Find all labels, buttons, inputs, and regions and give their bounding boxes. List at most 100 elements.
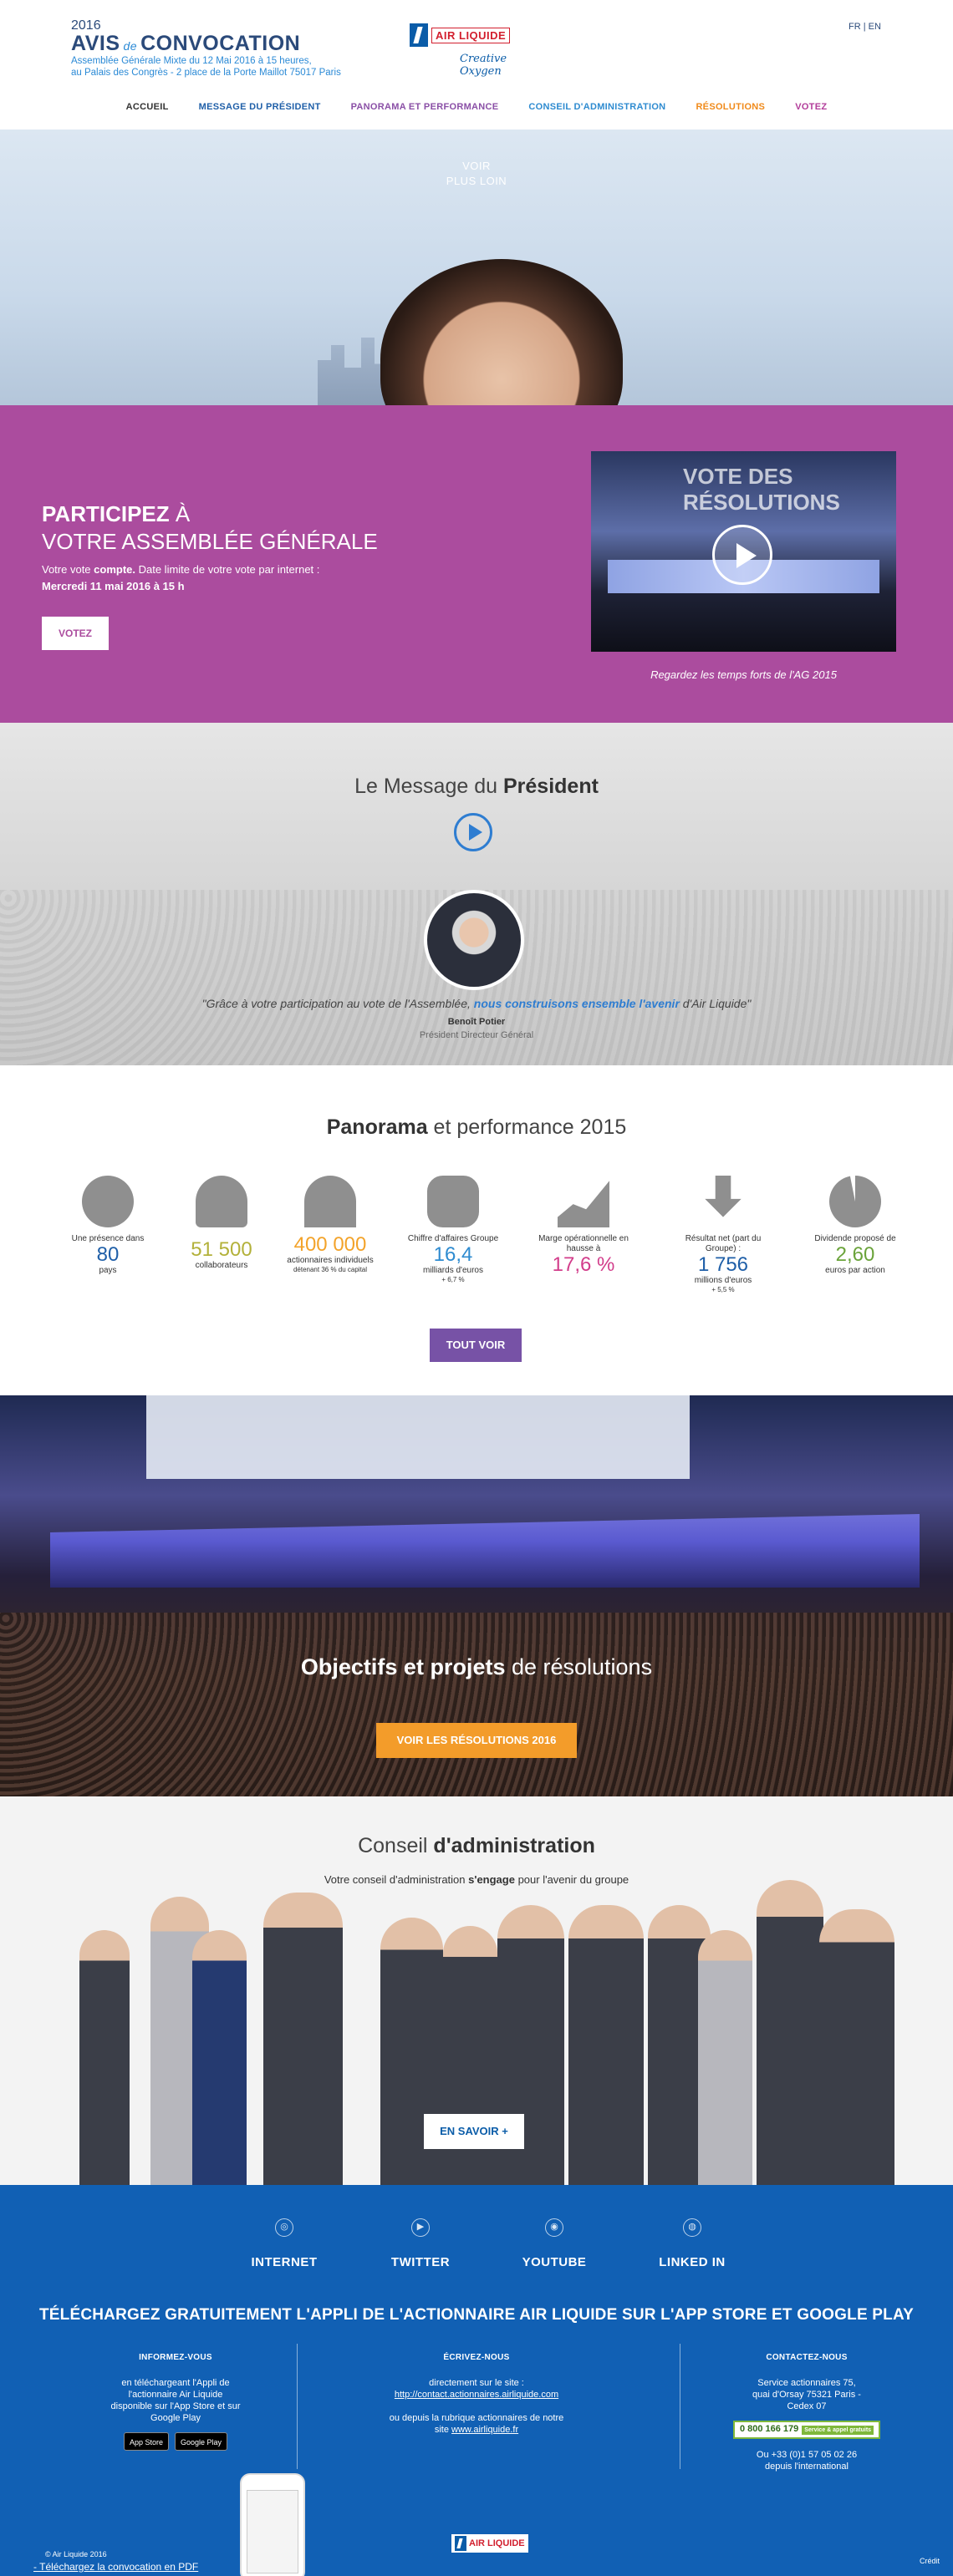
- col3-text3: Cedex 07: [787, 2401, 827, 2411]
- board-member-photo: [757, 1880, 823, 2185]
- kpi-value: 2,60: [835, 1243, 875, 1266]
- subtitle-line1: Assemblée Générale Mixte du 12 Mai 2016 …: [71, 56, 312, 66]
- social-youtube[interactable]: ◉ YOUTUBE: [504, 2218, 604, 2269]
- nav-accueil[interactable]: ACCUEIL: [126, 102, 169, 112]
- helmet-icon: [196, 1176, 247, 1227]
- google-play-badge[interactable]: Google Play: [175, 2432, 228, 2451]
- nav-votez[interactable]: VOTEZ: [795, 102, 827, 112]
- quote-part2: d'Air Liquide": [679, 997, 752, 1010]
- lang-fr[interactable]: FR: [849, 22, 861, 32]
- kpi-top: Résultat net (part du Groupe) :: [685, 1234, 762, 1253]
- play-icon[interactable]: [712, 525, 772, 585]
- internet-icon: ◎: [275, 2218, 293, 2237]
- board-member-photo: [568, 1905, 644, 2185]
- panorama-title-bold: Panorama: [326, 1115, 428, 1139]
- kpi-bottom: euros par action: [825, 1266, 885, 1275]
- tout-voir-button[interactable]: TOUT VOIR: [430, 1329, 522, 1362]
- col1-text3: disponible sur l'App Store et sur: [110, 2401, 241, 2411]
- message-title-part1: Le Message du: [354, 775, 503, 798]
- participez-title: PARTICIPEZ À: [42, 501, 190, 527]
- social-internet[interactable]: ◎ INTERNET: [234, 2218, 334, 2269]
- social-linkedin[interactable]: ◍ LINKED IN: [642, 2218, 742, 2269]
- kpi-value: 80: [96, 1243, 120, 1266]
- page-header: 2016 AVIS de CONVOCATION Assemblée Général…: [0, 0, 953, 130]
- stage-screen-image: [146, 1395, 690, 1479]
- participez-text-bold1: compte.: [94, 563, 135, 576]
- footer-logo[interactable]: AIR LIQUIDE: [451, 2534, 528, 2553]
- chart-icon: [558, 1181, 609, 1227]
- kpi-bottom: collaborateurs: [195, 1261, 248, 1270]
- col3-text4: Ou +33 (0)1 57 05 02 26: [756, 2450, 858, 2460]
- footer-logo-text: AIR LIQUIDE: [469, 2538, 525, 2548]
- col3-text5: depuis l'international: [765, 2462, 849, 2472]
- phone-number: 0 800 166 179: [739, 2424, 799, 2434]
- footer-col-contactez: CONTACTEZ-NOUS Service actionnaires 75, …: [719, 2352, 894, 2472]
- lang-en[interactable]: EN: [869, 22, 881, 32]
- kpi-value: 16,4: [433, 1243, 473, 1266]
- header-subtitle: Assemblée Générale Mixte du 12 Mai 2016 …: [71, 55, 341, 79]
- kpi-bottom: millions d'euros: [694, 1276, 752, 1285]
- kpi-tiny: détenant 36 % du capital: [293, 1266, 368, 1273]
- subtitle-line2: au Palais des Congrès - 2 place de la Po…: [71, 68, 341, 78]
- en-savoir-plus-button[interactable]: EN SAVOIR +: [424, 2114, 524, 2149]
- kpi-presence: Une présence dans 80 pays: [54, 1176, 162, 1276]
- pdf-download-link[interactable]: - Téléchargez la convocation en PDF: [33, 2561, 198, 2573]
- copyright: © Air Liquide 2016: [45, 2550, 107, 2558]
- message-play-icon[interactable]: [454, 813, 492, 851]
- page-footer: ◎ INTERNET ▶ TWITTER ◉ YOUTUBE ◍ LINKED …: [0, 2185, 953, 2576]
- download-icon: [705, 1176, 742, 1217]
- col2-text2: ou depuis la rubrique actionnaires de no…: [389, 2413, 564, 2423]
- voir-resolutions-button[interactable]: VOIR LES RÉSOLUTIONS 2016: [376, 1723, 577, 1758]
- col1-title: INFORMEZ-VOUS: [139, 2353, 212, 2362]
- votez-button[interactable]: VOTEZ: [42, 617, 109, 650]
- logo-box: AIR LIQUIDE: [410, 23, 511, 47]
- hero-line1: VOIR: [462, 160, 491, 172]
- app-store-badge[interactable]: App Store: [123, 2432, 169, 2451]
- title-part2: CONVOCATION: [140, 32, 301, 55]
- nav-message-president[interactable]: MESSAGE DU PRÉSIDENT: [199, 102, 321, 112]
- kpi-top: Marge opérationnelle en hausse à: [538, 1234, 629, 1253]
- objectifs-title: Objectifs et projets de résolutions: [0, 1654, 953, 1680]
- social-label: YOUTUBE: [522, 2255, 587, 2269]
- kpi-value: 400 000: [293, 1233, 367, 1256]
- hero-text: VOIR PLUS LOIN: [0, 159, 953, 189]
- nav-panorama[interactable]: PANORAMA ET PERFORMANCE: [351, 102, 499, 112]
- audience-image: [0, 1613, 953, 1796]
- video-caption[interactable]: Regardez les temps forts de l'AG 2015: [591, 668, 896, 681]
- airliquide-link[interactable]: www.airliquide.fr: [451, 2425, 518, 2435]
- col3-title: CONTACTEZ-NOUS: [766, 2353, 848, 2362]
- kpi-marge: Marge opérationnelle en hausse à 17,6 %: [529, 1176, 638, 1276]
- social-twitter[interactable]: ▶ TWITTER: [370, 2218, 471, 2269]
- objectifs-section: Objectifs et projets de résolutions VOIR…: [0, 1395, 953, 1796]
- ag-video-thumbnail[interactable]: VOTE DES RÉSOLUTIONS: [591, 451, 896, 652]
- twitter-icon: ▶: [411, 2218, 430, 2237]
- quote-part1: "Grâce à votre participation au vote de …: [201, 997, 474, 1010]
- participez-title-line2: VOTRE ASSEMBLÉE GÉNÉRALE: [42, 529, 378, 554]
- air-liquide-logo[interactable]: AIR LIQUIDE Creative Oxygen: [410, 23, 531, 78]
- col2-text1: directement sur le site :: [429, 2378, 524, 2388]
- conseil-sub-part2: pour l'avenir du groupe: [514, 1873, 629, 1886]
- coins-icon: [427, 1176, 479, 1227]
- hero-line2: PLUS LOIN: [446, 175, 507, 187]
- participez-text: Votre vote compte. Date limite de votre …: [42, 561, 376, 595]
- board-member-photo: [819, 1909, 894, 2185]
- message-title-bold: Président: [502, 775, 599, 798]
- social-label: TWITTER: [390, 2255, 451, 2269]
- contact-link[interactable]: http://contact.actionnaires.airliquide.c…: [395, 2390, 558, 2400]
- kpi-tiny: + 5,5 %: [711, 1286, 735, 1293]
- panorama-section: Panorama et performance 2015 Une présenc…: [0, 1065, 953, 1395]
- nav-resolutions[interactable]: RÉSOLUTIONS: [696, 102, 765, 112]
- board-member-photo: [192, 1930, 247, 2185]
- lang-separator: |: [863, 22, 866, 32]
- president-quote: "Grâce à votre participation au vote de …: [0, 997, 953, 1010]
- participez-deadline: Mercredi 11 mai 2016 à 15 h: [42, 580, 185, 592]
- col3-text1: Service actionnaires 75,: [757, 2378, 856, 2388]
- person-icon: [304, 1176, 356, 1227]
- nav-conseil[interactable]: CONSEIL D'ADMINISTRATION: [528, 102, 665, 112]
- video-overlay-text: VOTE DES RÉSOLUTIONS: [683, 464, 840, 515]
- credit-link[interactable]: Crédit: [920, 2557, 940, 2565]
- kpi-value: 51 500: [191, 1238, 252, 1261]
- logo-tagline: Creative Oxygen: [460, 53, 507, 78]
- panorama-title-rest: et performance 2015: [427, 1115, 627, 1139]
- phone-number-badge[interactable]: 0 800 166 179 Service & appel gratuits: [732, 2421, 881, 2439]
